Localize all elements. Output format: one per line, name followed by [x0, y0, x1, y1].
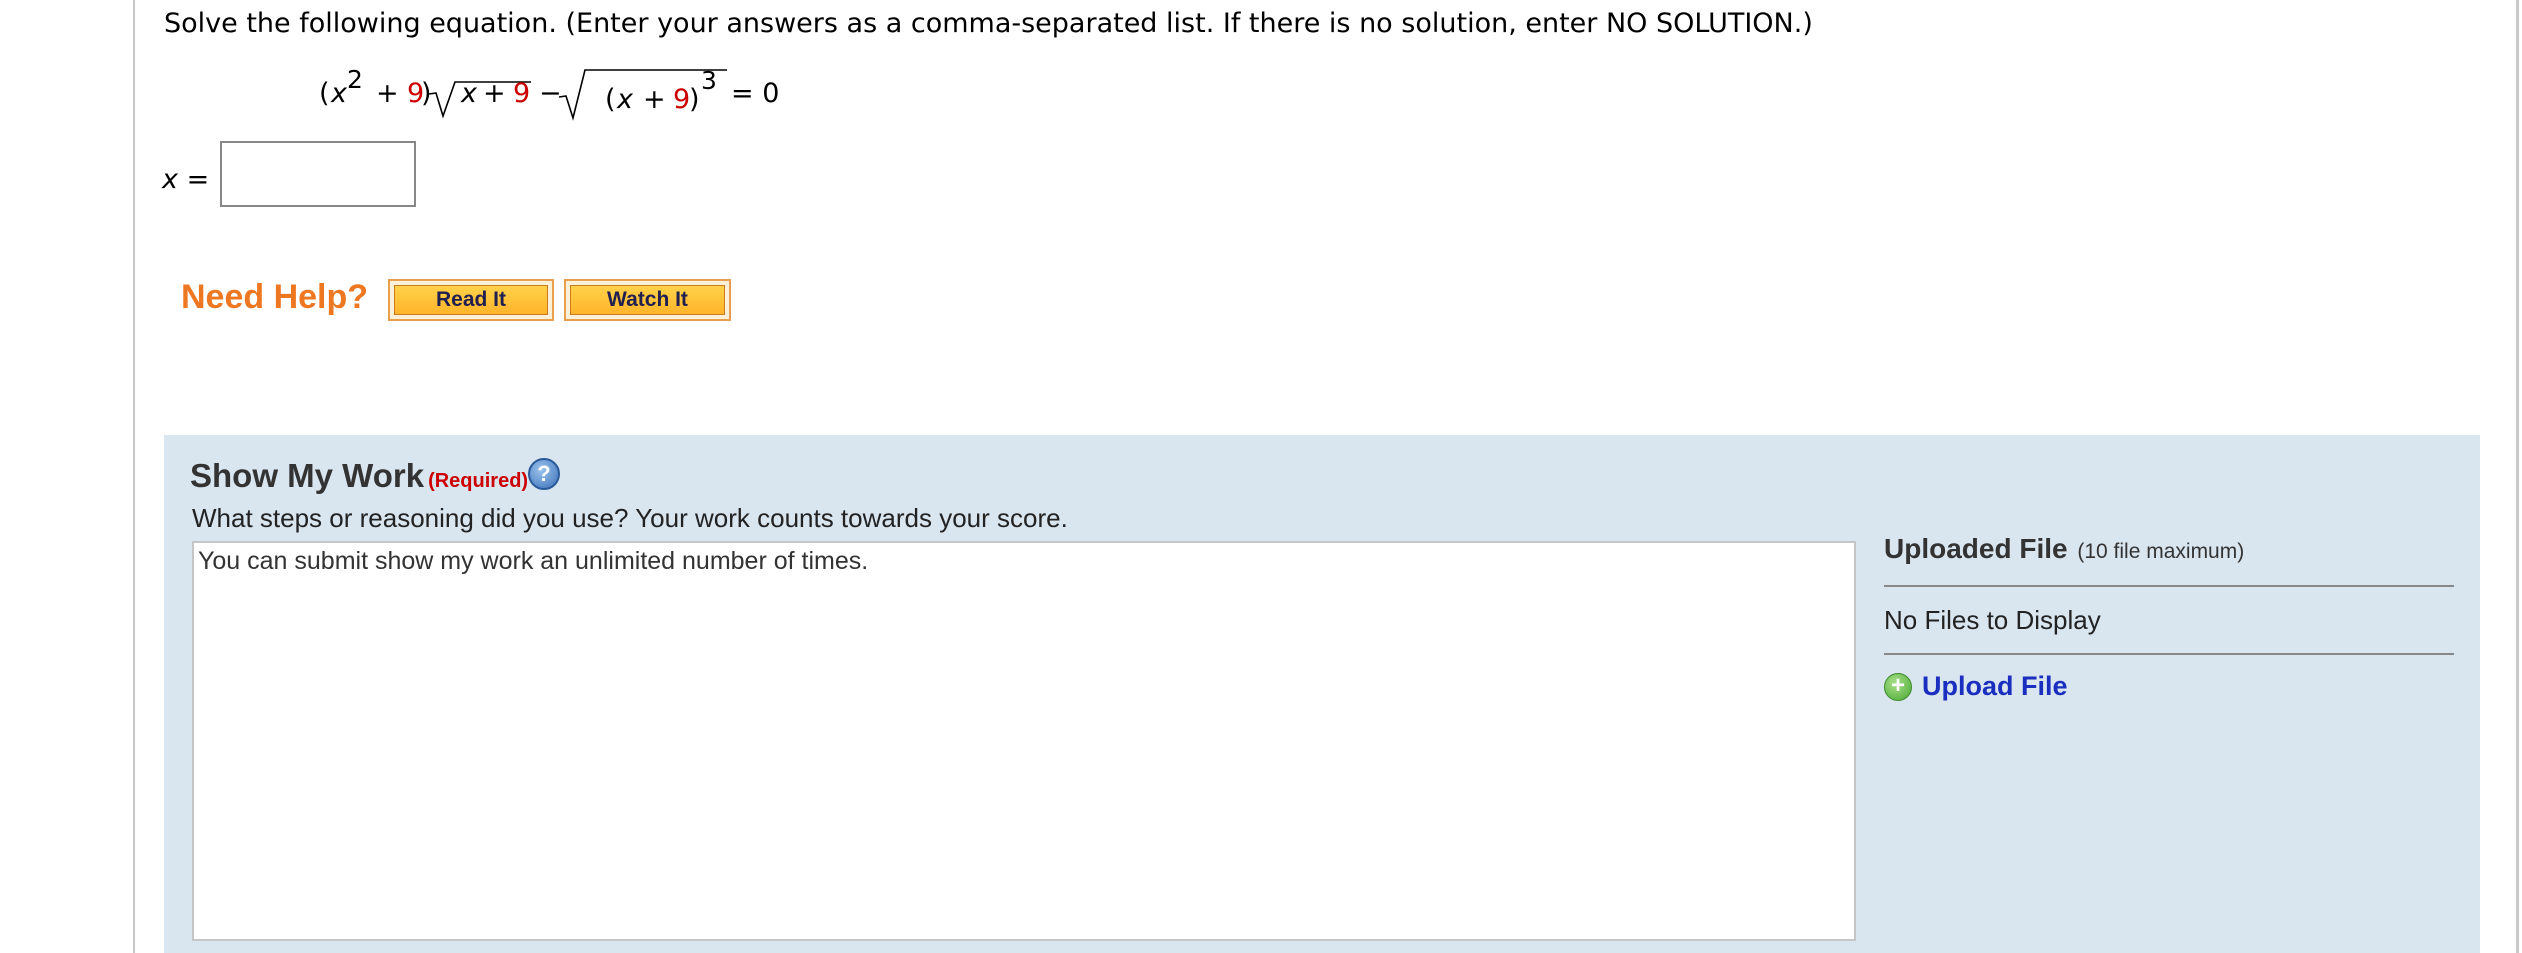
eq-open-paren: (	[319, 78, 330, 109]
required-label: (Required)	[428, 470, 529, 492]
radicand2-plus: +	[643, 84, 666, 115]
uploaded-file-title: Uploaded File (10 file maximum)	[1884, 533, 2245, 564]
eq-var-x: x2	[331, 65, 363, 109]
show-my-work-textarea[interactable]	[192, 541, 1856, 941]
radicand-const: 9	[513, 78, 531, 109]
page-left-border	[133, 0, 135, 953]
radicand-plus: +	[483, 78, 506, 109]
answer-label: x =	[162, 164, 210, 195]
radicand2-const: 9	[673, 84, 691, 115]
question-text: Solve the following equation. (Enter you…	[164, 8, 1813, 39]
watch-it-label: Watch It	[570, 285, 725, 315]
upload-file-link[interactable]: + Upload File	[1884, 671, 2068, 702]
help-question-icon[interactable]: ?	[528, 458, 560, 490]
show-my-work-panel: Show My Work (Required) ? What steps or r…	[164, 435, 2480, 953]
radicand2-open: (	[605, 84, 616, 115]
upload-file-label: Upload File	[1922, 671, 2068, 701]
upload-divider-bottom	[1884, 653, 2454, 655]
no-files-text: No Files to Display	[1884, 605, 2101, 635]
eq-close-paren: )	[421, 78, 432, 109]
page-right-border	[2516, 0, 2519, 953]
equation: ( x2 + 9 ) x + 9 − ( x + 9 ) 3 = 0	[319, 66, 789, 126]
radicand2-close: )	[689, 84, 700, 115]
plus-icon: +	[1884, 672, 1912, 701]
upload-divider-top	[1884, 585, 2454, 587]
radicand-var: x	[461, 78, 477, 109]
eq-exponent-2: 2	[346, 65, 363, 94]
watch-it-button[interactable]: Watch It	[564, 279, 731, 321]
eq-minus: −	[539, 78, 562, 109]
show-my-work-subtitle: What steps or reasoning did you use? You…	[192, 503, 1068, 533]
eq-plus: +	[376, 78, 399, 109]
file-limit-label: (10 file maximum)	[2077, 540, 2245, 563]
need-help-label: Need Help?	[181, 278, 369, 316]
eq-exponent-3: 3	[701, 66, 717, 95]
read-it-label: Read It	[394, 285, 548, 315]
eq-equals-zero: = 0	[731, 78, 780, 109]
radicand2-var: x	[617, 84, 633, 115]
answer-input[interactable]	[220, 141, 416, 207]
show-my-work-title: Show My Work (Required)	[190, 457, 529, 494]
read-it-button[interactable]: Read It	[388, 279, 554, 321]
